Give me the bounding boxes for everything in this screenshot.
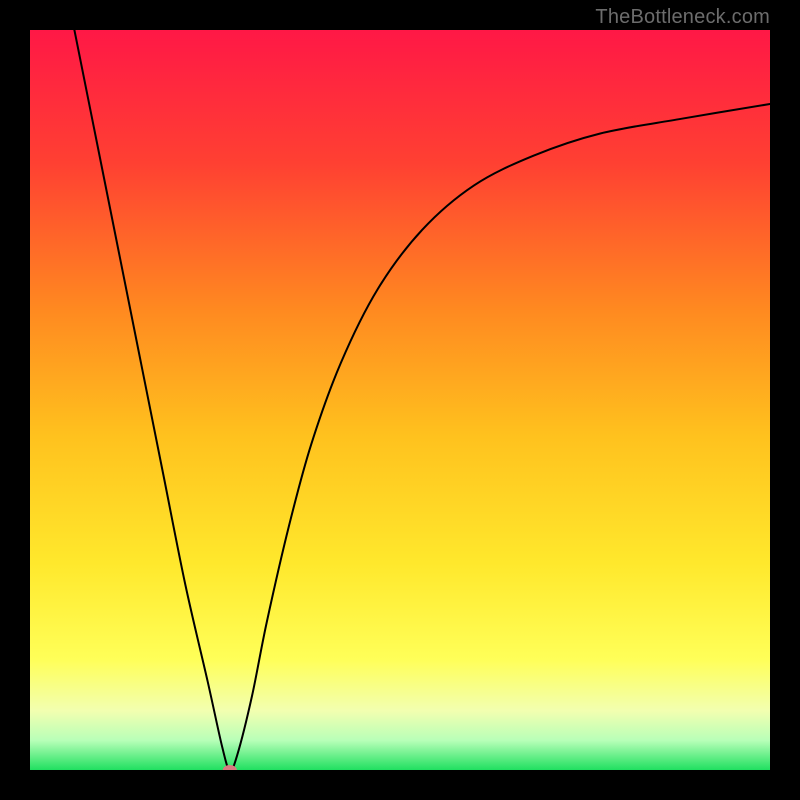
watermark-text: TheBottleneck.com bbox=[595, 6, 770, 29]
plot-area bbox=[30, 30, 770, 770]
chart-svg bbox=[30, 30, 770, 770]
chart-container: TheBottleneck.com bbox=[0, 0, 800, 800]
gradient-background bbox=[30, 30, 770, 770]
